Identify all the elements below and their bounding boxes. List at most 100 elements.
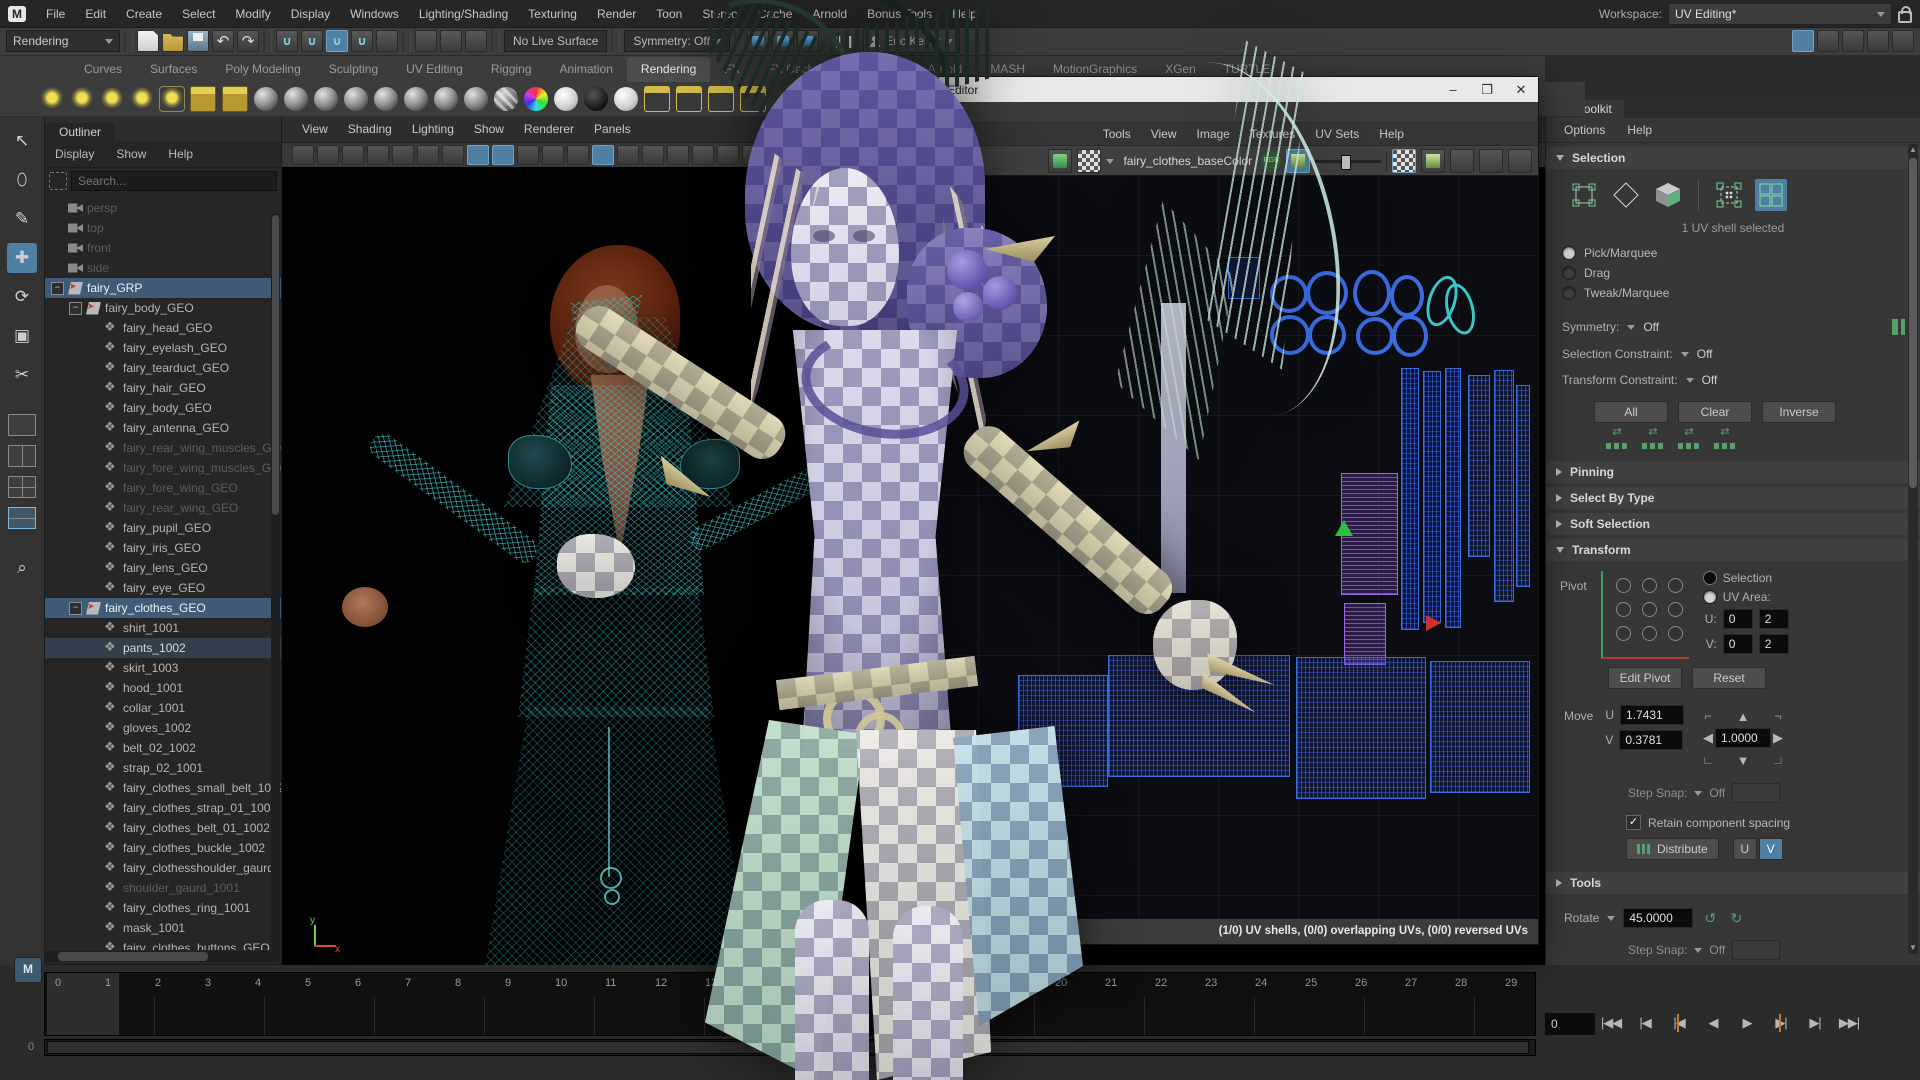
range-slider-thumb[interactable] — [47, 1041, 1529, 1054]
grow-selection-icon[interactable] — [1714, 433, 1736, 449]
outliner-item[interactable]: − mask_1001 — [45, 918, 281, 938]
outliner-item[interactable]: − hood_1001 — [45, 678, 281, 698]
selection-constraint-row[interactable]: Selection Constraint: Off — [1546, 341, 1920, 367]
selection-mode-radio[interactable]: Tweak/Marquee — [1546, 283, 1920, 303]
minimize-button[interactable]: – — [1436, 77, 1470, 102]
toggle-humanik-icon[interactable] — [1817, 30, 1839, 52]
outliner-item[interactable]: − shoulder_gaurd_1001 — [45, 878, 281, 898]
pivot-uv-area-radio[interactable]: UV Area: — [1703, 590, 1789, 604]
outliner-item[interactable]: − fairy_hair_GEO — [45, 378, 281, 398]
gamma-icon[interactable] — [742, 145, 764, 165]
outliner-horizontal-scrollbar[interactable] — [46, 951, 278, 962]
menu-item[interactable]: Edit — [75, 1, 116, 27]
selection-button[interactable]: Clear — [1678, 401, 1752, 423]
point-light-icon[interactable] — [40, 87, 64, 111]
outliner-item[interactable]: − fairy_body_GEO — [45, 298, 281, 318]
new-scene-icon[interactable] — [137, 30, 159, 52]
uv-editor-menu-item[interactable]: Help — [1369, 124, 1414, 145]
checkbox-icon[interactable]: ✓ — [1626, 815, 1641, 830]
lambert-material-icon[interactable] — [314, 87, 338, 111]
viewport-menu-item[interactable]: View — [292, 116, 338, 142]
blinn-material-icon[interactable] — [284, 87, 308, 111]
outliner-item[interactable]: − fairy_tearduct_GEO — [45, 358, 281, 378]
rotate-tool-icon[interactable]: ⟳ — [7, 282, 37, 312]
rotate-ccw-icon[interactable]: ↺ — [1701, 909, 1719, 927]
selection-button[interactable]: All — [1594, 401, 1668, 423]
uv-editor-menu-item[interactable]: Textures — [1240, 124, 1305, 145]
section-tools[interactable]: Tools — [1546, 872, 1920, 894]
live-surface-field[interactable]: No Live Surface — [504, 30, 607, 52]
expand-toggle-icon[interactable]: − — [51, 282, 64, 295]
color-wheel-icon[interactable] — [524, 87, 548, 111]
workspace-selector[interactable]: UV Editing* — [1668, 3, 1892, 25]
ramp-shader-icon[interactable] — [494, 87, 518, 111]
scale-tool-icon[interactable]: ▣ — [7, 321, 37, 351]
smooth-shade-mode-icon[interactable] — [442, 145, 464, 165]
move-nudge-pad[interactable]: ⌐▲¬ ◀ 1.0000 ▶ ∟▼∟ — [1696, 705, 1790, 771]
shadows-icon[interactable] — [517, 145, 539, 165]
outliner-item[interactable]: − collar_1001 — [45, 698, 281, 718]
outliner-item[interactable]: − fairy_iris_GEO — [45, 538, 281, 558]
lock-camera-icon[interactable] — [317, 145, 339, 165]
phong-material-icon[interactable] — [344, 87, 368, 111]
menu-item[interactable]: File — [36, 1, 75, 27]
nudge-right-icon[interactable]: ▶ — [1773, 730, 1783, 746]
menu-item[interactable]: Bonus Tools — [857, 1, 942, 27]
section-transform[interactable]: Transform — [1546, 539, 1920, 561]
lasso-tool-icon[interactable]: ⬯ — [7, 165, 37, 195]
viewport-menu-item[interactable]: Panels — [584, 116, 641, 142]
input-connections-icon[interactable] — [415, 30, 437, 52]
shelf-tab[interactable]: Rendering — [627, 57, 710, 82]
checker-tiling-icon[interactable] — [1392, 149, 1416, 173]
shelf-tab[interactable]: UV Editing — [392, 57, 477, 82]
uv-grayscale-icon[interactable] — [1421, 149, 1445, 173]
selection-mode-radio[interactable]: Drag — [1546, 263, 1920, 283]
display-image-toggle-icon[interactable] — [1286, 149, 1310, 173]
rgb-channels-icon[interactable]: RGB — [1261, 151, 1281, 171]
outliner-search-input[interactable] — [71, 171, 277, 191]
toolkit-scrollbar[interactable]: ▲▼ — [1908, 144, 1918, 954]
xray-icon[interactable] — [667, 145, 689, 165]
account-menu[interactable]: Eric Keller — [863, 29, 960, 53]
snap-to-curve-icon[interactable] — [301, 30, 323, 52]
viewport-menu-item[interactable]: Show — [464, 116, 514, 142]
make-live-icon[interactable] — [376, 30, 398, 52]
outliner-vertical-scrollbar[interactable] — [271, 213, 280, 959]
spot-light-icon[interactable] — [70, 87, 94, 111]
uv-editor-titlebar[interactable]: M UV Editor – ❐ ✕ — [898, 77, 1538, 102]
display-grid-icon[interactable] — [1048, 149, 1072, 173]
select-tool-icon[interactable]: ↖ — [7, 126, 37, 156]
select-camera-icon[interactable] — [292, 145, 314, 165]
collapsed-section-header[interactable]: Select By Type — [1546, 487, 1920, 509]
outliner-item[interactable]: − fairy_clothes_buttons_GEO — [45, 938, 281, 950]
vertex-component-icon[interactable] — [1568, 179, 1600, 211]
light-editor-window-icon[interactable] — [740, 86, 766, 112]
menu-item[interactable]: Lighting/Shading — [409, 1, 518, 27]
outliner-item[interactable]: − front — [45, 238, 281, 258]
exposure-icon[interactable] — [717, 145, 739, 165]
uv-distortion-icon[interactable] — [1450, 149, 1474, 173]
outliner-menu-item[interactable]: Display — [45, 142, 104, 166]
surface-shader-icon[interactable] — [554, 87, 578, 111]
distribute-u-button[interactable]: U — [1733, 838, 1757, 860]
edit-pivot-button[interactable]: Edit Pivot — [1608, 667, 1682, 689]
outliner-item[interactable]: − fairy_rear_wing_muscles_GEO — [45, 438, 281, 458]
collapsed-section-header[interactable]: Soft Selection — [1546, 513, 1920, 535]
pixel-snap-icon[interactable] — [1479, 149, 1503, 173]
outliner-item[interactable]: − strap_02_1001 — [45, 758, 281, 778]
uv-shell-component-icon[interactable] — [1755, 179, 1787, 211]
image-plane-icon[interactable] — [392, 145, 414, 165]
uv-editor-window[interactable]: M UV Editor – ❐ ✕ UV Editor Edit Tools V… — [897, 76, 1539, 945]
shelf-tab[interactable]: Poly Modeling — [211, 57, 314, 82]
outliner-item[interactable]: − persp — [45, 198, 281, 218]
viewport-menu-item[interactable]: Shading — [338, 116, 402, 142]
shrink-selection-icon[interactable] — [1606, 433, 1628, 449]
play-forwards-button[interactable]: ▶ — [1734, 1010, 1760, 1036]
render-settings-window-icon[interactable] — [644, 86, 670, 112]
uv-area-v-min-field[interactable]: 0 — [1723, 634, 1753, 654]
layout-four-pane-button[interactable] — [8, 476, 36, 498]
maya-home-icon[interactable]: M — [8, 6, 26, 22]
uv-area-v-max-field[interactable]: 2 — [1759, 634, 1789, 654]
move-u-field[interactable]: 1.7431 — [1620, 705, 1684, 725]
shelf-tab[interactable]: Curves — [70, 57, 136, 82]
